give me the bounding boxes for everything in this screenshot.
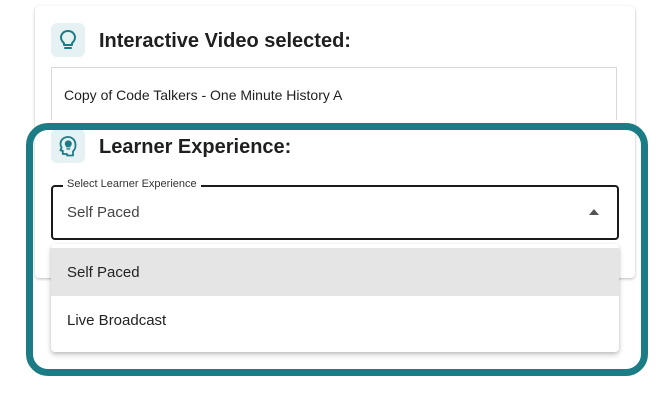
arrow-up-icon[interactable] [589,209,599,215]
selected-video-box: Copy of Code Talkers - One Minute Histor… [51,67,617,120]
lightbulb-icon [51,23,85,57]
option-live-broadcast[interactable]: Live Broadcast [51,296,619,344]
select-label: Select Learner Experience [63,178,201,190]
learner-experience-select[interactable]: Select Learner Experience Self Paced [51,178,619,240]
lightbulb-head-icon [51,129,85,163]
select-value: Self Paced [67,204,140,221]
learner-experience-menu: Self Paced Live Broadcast [51,244,619,352]
selected-video-name: Copy of Code Talkers - One Minute Histor… [64,87,343,103]
video-section-title: Interactive Video selected: [99,30,351,52]
option-self-paced[interactable]: Self Paced [51,248,619,296]
learner-section-title: Learner Experience: [99,136,292,158]
